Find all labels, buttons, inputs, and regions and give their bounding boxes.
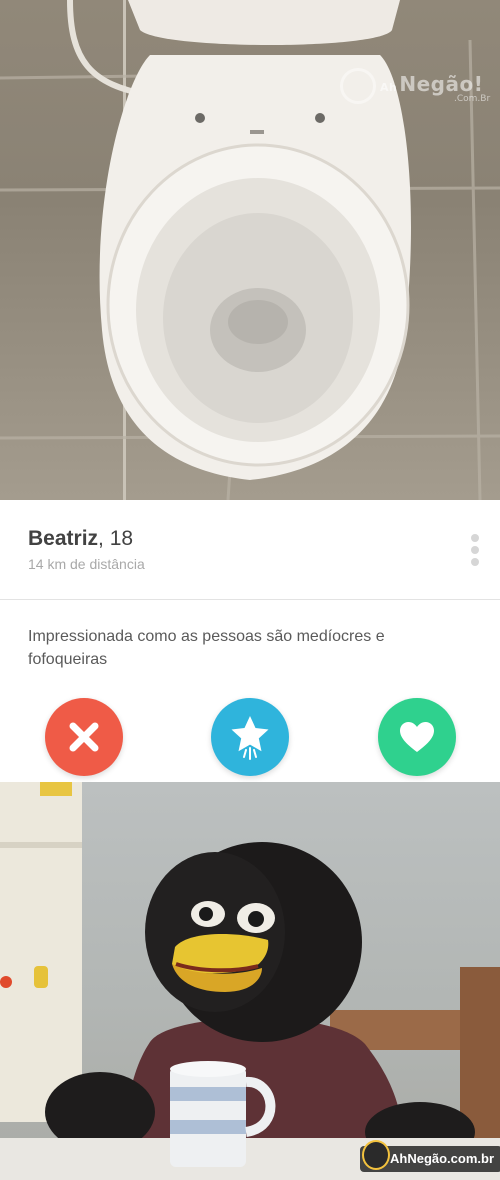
profile-name: Beatriz <box>28 527 99 550</box>
close-icon <box>69 722 99 752</box>
reaction-photo: AhNegão.com.br <box>0 782 500 1180</box>
more-vertical-icon[interactable] <box>466 534 484 574</box>
super-like-button[interactable] <box>211 698 289 776</box>
like-button[interactable] <box>378 698 456 776</box>
profile-card-info: Beatriz, 18 14 km de distância Impressio… <box>0 500 500 782</box>
watermark-prefix: Ah <box>380 81 398 94</box>
watermark-face-icon <box>340 68 376 104</box>
nope-button[interactable] <box>45 698 123 776</box>
heart-icon <box>400 722 434 752</box>
divider <box>0 599 500 600</box>
watermark-text: AhNegão.com.br <box>390 1151 495 1166</box>
watermark-face-icon <box>362 1140 390 1170</box>
watermark-main: Negão! <box>399 72 484 96</box>
puppet-image <box>0 782 500 1180</box>
profile-name-age: Beatriz, 18 <box>28 527 133 551</box>
profile-age: , 18 <box>98 527 134 550</box>
watermark-logo-top: Ah Negão! .Com.Br <box>340 68 500 108</box>
star-icon <box>231 716 269 760</box>
profile-distance: 14 km de distância <box>28 556 145 572</box>
watermark-sub: .Com.Br <box>454 94 491 104</box>
profile-bio: Impressionada como as pessoas são medíoc… <box>28 628 385 668</box>
watermark-logo-bottom: AhNegão.com.br <box>360 1140 500 1172</box>
profile-photo[interactable]: Ah Negão! .Com.Br <box>0 0 500 500</box>
